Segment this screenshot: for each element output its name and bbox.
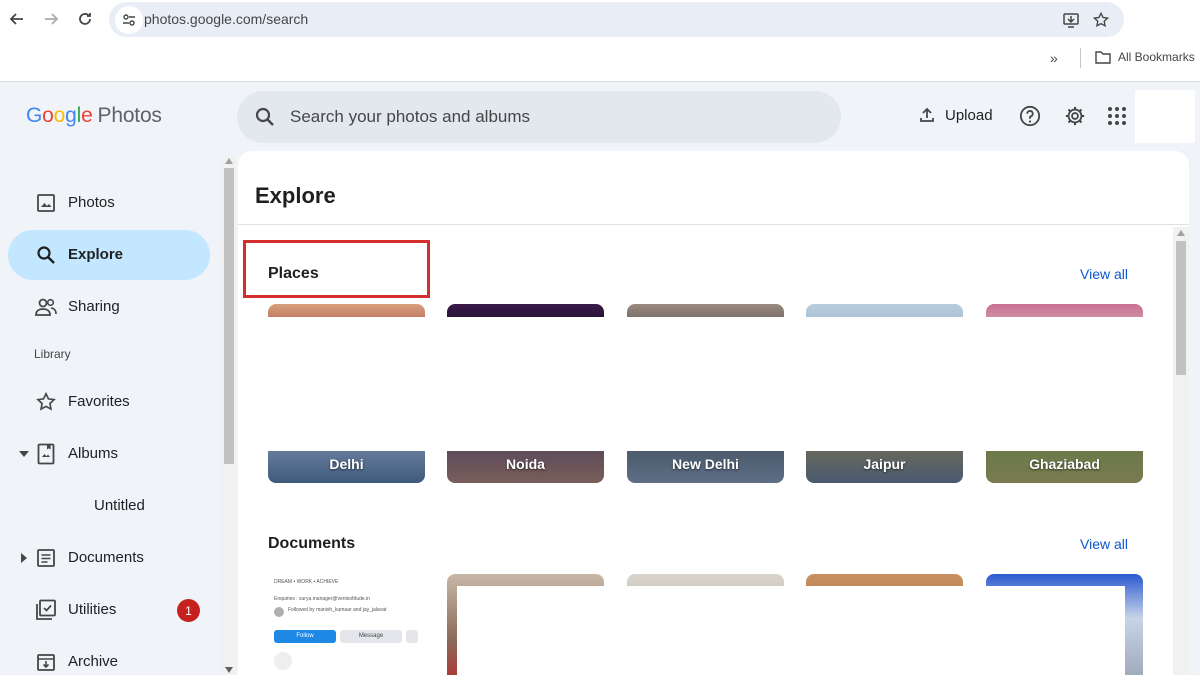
people-icon (34, 295, 58, 319)
scroll-up-arrow-icon[interactable] (225, 158, 233, 164)
sidebar-item-label: Archive (68, 653, 119, 670)
upload-label: Upload (945, 106, 993, 124)
sidebar-item-favorites[interactable]: Favorites (8, 377, 210, 427)
search-input[interactable]: Search your photos and albums (290, 107, 530, 127)
sidebar-item-untitled-album[interactable]: Untitled (8, 481, 210, 531)
avatar (274, 607, 284, 617)
utilities-icon (34, 598, 58, 622)
main-scrollbar[interactable] (1173, 227, 1189, 675)
settings-button[interactable] (1063, 104, 1087, 128)
place-card-label: Jaipur (863, 456, 906, 472)
search-icon[interactable] (253, 105, 277, 129)
search-icon (34, 243, 58, 267)
star-icon (34, 390, 58, 414)
document-card[interactable]: DREAM • WORK • ACHIEVE Enquiries : surya… (268, 574, 425, 675)
sidebar-item-label: Albums (68, 445, 119, 462)
all-bookmarks-button[interactable]: All Bookmarks (1095, 50, 1195, 64)
place-card-label: New Delhi (672, 456, 739, 472)
forward-arrow-icon (45, 13, 59, 25)
place-card-label: Noida (506, 456, 545, 472)
sidebar-item-photos[interactable]: Photos (8, 178, 210, 228)
doc-preview-message-button: Message (340, 630, 402, 643)
help-icon (1019, 105, 1041, 127)
bookmarks-divider (1080, 48, 1081, 68)
install-app-button[interactable] (1061, 10, 1081, 30)
sidebar-item-albums[interactable]: Albums (8, 429, 210, 479)
sidebar-item-label: Favorites (68, 393, 130, 410)
explore-panel: Explore Places View all Delhi Noida New … (238, 151, 1189, 675)
forward-button[interactable] (40, 8, 62, 30)
page-title: Explore (255, 183, 336, 208)
caret-down-icon[interactable] (18, 448, 30, 460)
site-info-button[interactable] (115, 6, 143, 34)
install-icon (1063, 13, 1079, 28)
apps-grid-icon (1108, 107, 1126, 125)
doc-preview-more (406, 630, 418, 643)
sidebar-item-documents[interactable]: Documents (8, 533, 210, 583)
browser-chrome: photos.google.com/search » All Bookmarks (0, 0, 1200, 82)
help-button[interactable] (1018, 104, 1042, 128)
tune-icon (123, 14, 135, 26)
sidebar-item-sharing[interactable]: Sharing (8, 282, 210, 332)
reload-button[interactable] (74, 8, 96, 30)
doc-preview-line: DREAM • WORK • ACHIEVE (274, 579, 339, 585)
doc-preview-follow-button: Follow (274, 630, 336, 643)
photo-icon (34, 191, 58, 215)
url-text[interactable]: photos.google.com/search (144, 11, 308, 27)
back-button[interactable] (6, 8, 28, 30)
notification-badge: 1 (177, 599, 200, 622)
google-photos-app: Google Photos Search your photos and albu… (0, 82, 1200, 675)
album-icon (34, 442, 58, 466)
gear-icon (1065, 106, 1085, 126)
sidebar-item-label: Untitled (94, 497, 145, 514)
document-icon (34, 546, 58, 570)
title-divider (238, 224, 1189, 225)
upload-icon (920, 107, 934, 122)
star-outline-icon (1092, 11, 1110, 28)
caret-right-icon[interactable] (18, 552, 30, 564)
places-section-title: Places (268, 265, 319, 282)
all-bookmarks-label: All Bookmarks (1118, 50, 1195, 64)
documents-section-title: Documents (268, 535, 356, 552)
address-bar[interactable]: photos.google.com/search (109, 2, 1124, 37)
sidebar-item-label: Documents (68, 549, 144, 566)
main-scroll-thumb[interactable] (1176, 241, 1186, 375)
upload-button[interactable]: Upload (918, 106, 993, 124)
sidebar-scrollbar[interactable] (222, 156, 236, 675)
documents-redaction (457, 586, 1125, 675)
places-redaction (268, 317, 1148, 451)
back-arrow-icon (9, 13, 23, 25)
sidebar-item-label: Photos (68, 194, 115, 211)
place-card-label: Ghaziabad (1029, 456, 1100, 472)
bookmark-star-button[interactable] (1091, 10, 1111, 30)
sidebar-item-explore[interactable]: Explore (8, 230, 210, 280)
places-view-all-link[interactable]: View all (1080, 266, 1128, 282)
doc-preview-line: Enquiries : surya.manager@ventsofdude.in (274, 596, 370, 602)
search-box[interactable]: Search your photos and albums (237, 91, 841, 143)
scroll-up-arrow-icon[interactable] (1177, 230, 1185, 236)
documents-view-all-link[interactable]: View all (1080, 536, 1128, 552)
sidebar-scroll-thumb[interactable] (224, 168, 234, 464)
scroll-down-arrow-icon[interactable] (225, 667, 233, 673)
folder-icon (1095, 51, 1111, 64)
sidebar-item-label: Sharing (68, 298, 120, 315)
avatar (274, 652, 292, 670)
sidebar: Photos Explore Sharing Library Favorites… (0, 82, 222, 675)
account-area-redacted (1135, 90, 1195, 143)
library-heading: Library (34, 347, 71, 361)
sidebar-item-utilities[interactable]: Utilities 1 (8, 585, 210, 635)
sidebar-item-label: Utilities (68, 601, 117, 618)
sidebar-item-label: Explore (68, 246, 124, 263)
bookmarks-overflow-button[interactable]: » (1050, 50, 1058, 66)
sidebar-item-archive[interactable]: Archive (8, 637, 210, 687)
apps-button[interactable] (1105, 104, 1129, 128)
place-card-label: Delhi (329, 456, 364, 472)
doc-preview-followed: Followed by manish_kumaar and jay_jalava… (288, 607, 387, 613)
reload-icon (79, 13, 91, 25)
archive-icon (34, 650, 58, 674)
